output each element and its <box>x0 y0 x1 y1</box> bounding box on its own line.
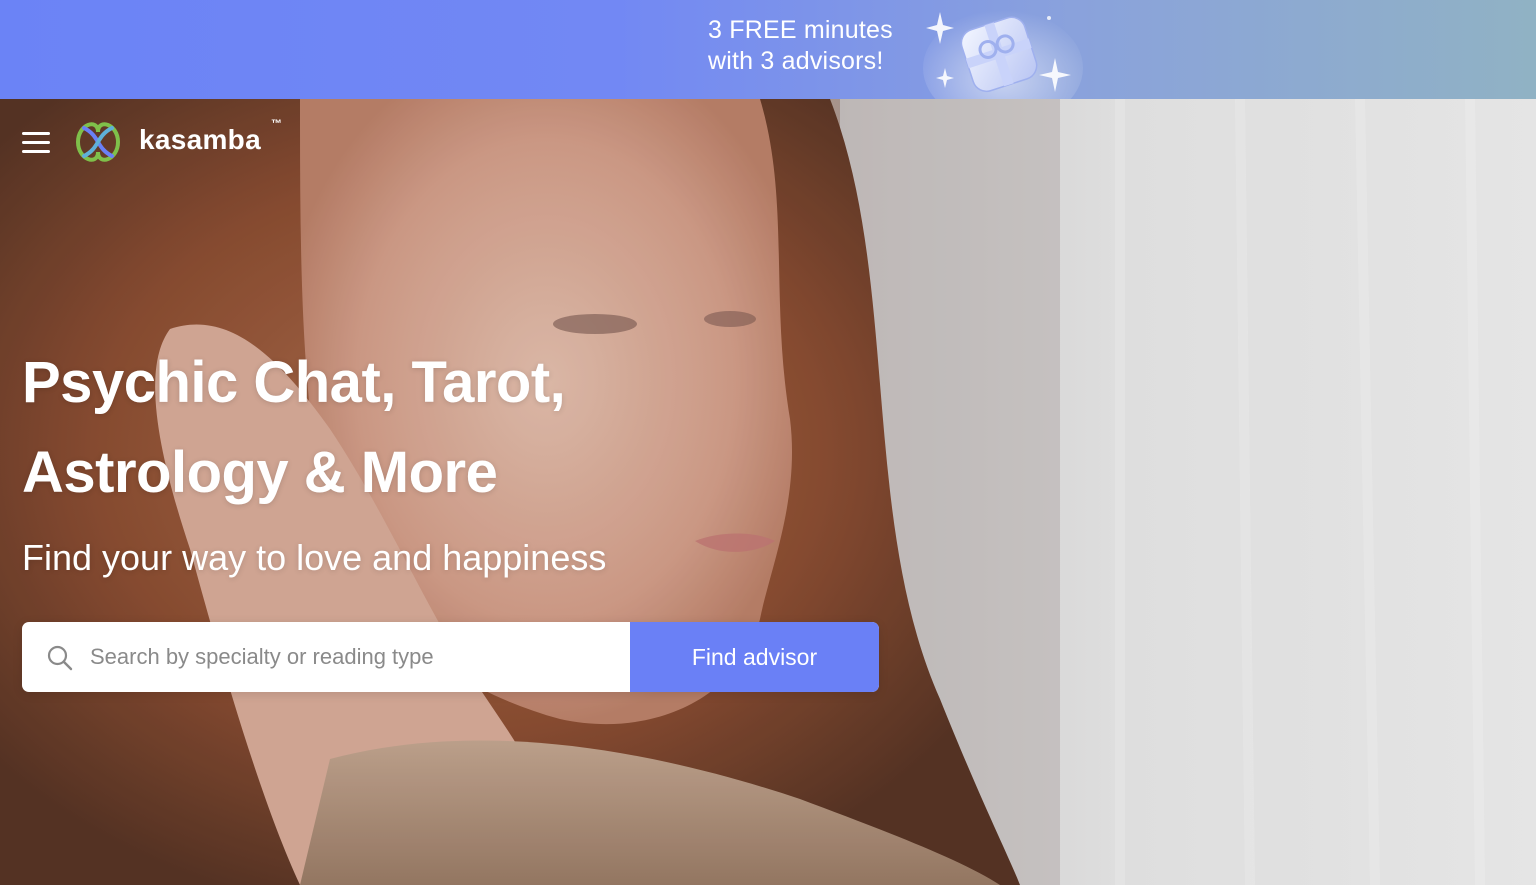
kasamba-logo-icon <box>75 122 121 162</box>
promo-banner[interactable]: 3 FREE minutes with 3 advisors! <box>0 0 1536 99</box>
logo[interactable]: kasamba ™ <box>70 112 300 170</box>
page-bottom-edge <box>0 885 1536 893</box>
hero-subheading: Find your way to love and happiness <box>22 537 607 578</box>
trademark-symbol: ™ <box>271 118 282 130</box>
search-icon <box>47 645 73 671</box>
logo-text: kasamba <box>139 124 261 155</box>
headline-line-1: Psychic Chat, Tarot, <box>22 350 566 415</box>
gift-icon <box>923 10 1083 99</box>
find-advisor-button[interactable]: Find advisor <box>630 622 879 692</box>
promo-line-2: with 3 advisors! <box>708 47 884 75</box>
search-bar: Find advisor <box>22 622 879 692</box>
search-input[interactable] <box>90 622 630 692</box>
hamburger-menu-icon[interactable] <box>20 130 52 156</box>
promo-text: 3 FREE minutes with 3 advisors! <box>708 15 908 77</box>
headline-line-2: Astrology & More <box>22 440 498 505</box>
hero-headline: Psychic Chat, Tarot, Astrology & More <box>22 338 722 518</box>
promo-line-1: 3 FREE minutes <box>708 16 893 44</box>
